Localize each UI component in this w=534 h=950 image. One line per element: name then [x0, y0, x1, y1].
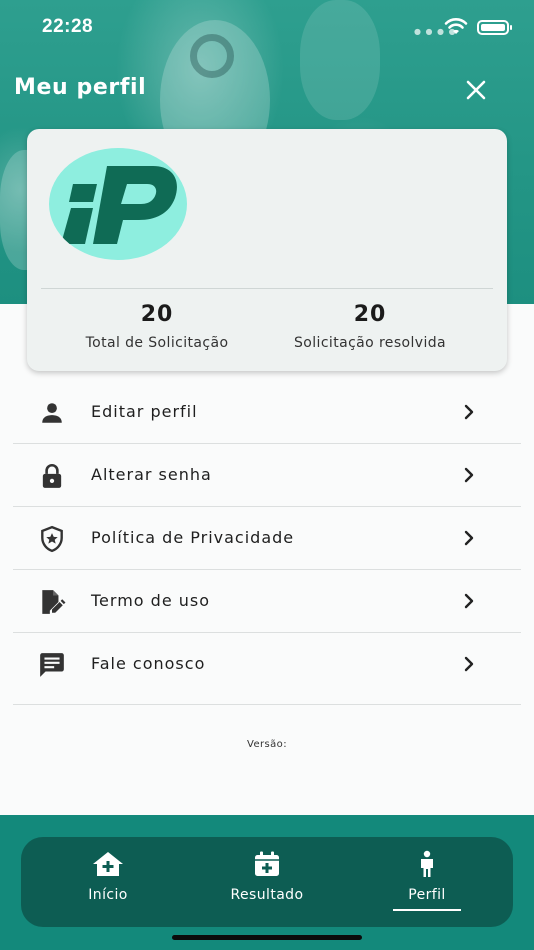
- nav-item-results[interactable]: Resultado: [207, 849, 327, 903]
- menu-item-privacy-policy[interactable]: Política de Privacidade: [13, 507, 521, 570]
- ip-logo-icon: [61, 166, 177, 244]
- person-icon: [38, 399, 66, 427]
- document-edit-icon: [38, 588, 66, 616]
- home-plus-icon: [48, 849, 168, 879]
- stat-label: Total de Solicitação: [85, 335, 229, 351]
- stat-total-requests: 20 Total de Solicitação: [57, 302, 257, 351]
- battery-icon: [477, 20, 512, 35]
- person-standing-icon: [367, 849, 487, 879]
- shield-star-icon: [38, 525, 66, 553]
- avatar: [49, 148, 187, 260]
- chevron-right-icon: [464, 467, 474, 483]
- menu-item-contact-us[interactable]: Fale conosco: [13, 633, 521, 705]
- status-time: 22:28: [42, 16, 94, 37]
- nav-label: Perfil: [408, 887, 446, 903]
- nav-item-profile[interactable]: Perfil: [367, 849, 487, 903]
- profile-menu: Editar perfil Alterar senha Política de …: [13, 381, 521, 705]
- active-tab-indicator: [393, 909, 461, 911]
- chevron-right-icon: [464, 404, 474, 420]
- nav-label: Início: [88, 887, 128, 903]
- menu-item-edit-profile[interactable]: Editar perfil: [13, 381, 521, 444]
- wifi-icon: [444, 18, 468, 34]
- menu-item-label: Editar perfil: [91, 402, 198, 421]
- home-indicator: [172, 935, 362, 940]
- status-bar: 22:28 ● ● ● ●: [0, 0, 534, 56]
- card-divider: [41, 288, 493, 289]
- version-label: Versão:: [247, 739, 287, 750]
- menu-item-label: Termo de uso: [91, 591, 211, 610]
- bottom-nav: Início Resultado Perfil: [21, 837, 513, 927]
- menu-item-change-password[interactable]: Alterar senha: [13, 444, 521, 507]
- nav-item-home[interactable]: Início: [48, 849, 168, 903]
- stat-label: Solicitação resolvida: [293, 335, 447, 351]
- page-title: Meu perfil: [14, 75, 147, 100]
- calendar-plus-icon: [207, 849, 327, 879]
- menu-item-label: Alterar senha: [91, 465, 212, 484]
- stat-value: 20: [353, 302, 387, 327]
- menu-item-label: Fale conosco: [91, 654, 206, 673]
- menu-item-label: Política de Privacidade: [91, 528, 295, 547]
- stat-value: 20: [140, 302, 174, 327]
- close-icon: [466, 80, 486, 100]
- chat-icon: [38, 651, 66, 679]
- profile-card: 20 Total de Solicitação 20 Solicitação r…: [27, 129, 507, 371]
- lock-icon: [38, 462, 66, 490]
- chevron-right-icon: [464, 530, 474, 546]
- stat-resolved-requests: 20 Solicitação resolvida: [270, 302, 470, 351]
- menu-item-terms-of-use[interactable]: Termo de uso: [13, 570, 521, 633]
- nav-label: Resultado: [230, 887, 304, 903]
- chevron-right-icon: [464, 656, 474, 672]
- chevron-right-icon: [464, 593, 474, 609]
- close-button[interactable]: [458, 72, 494, 108]
